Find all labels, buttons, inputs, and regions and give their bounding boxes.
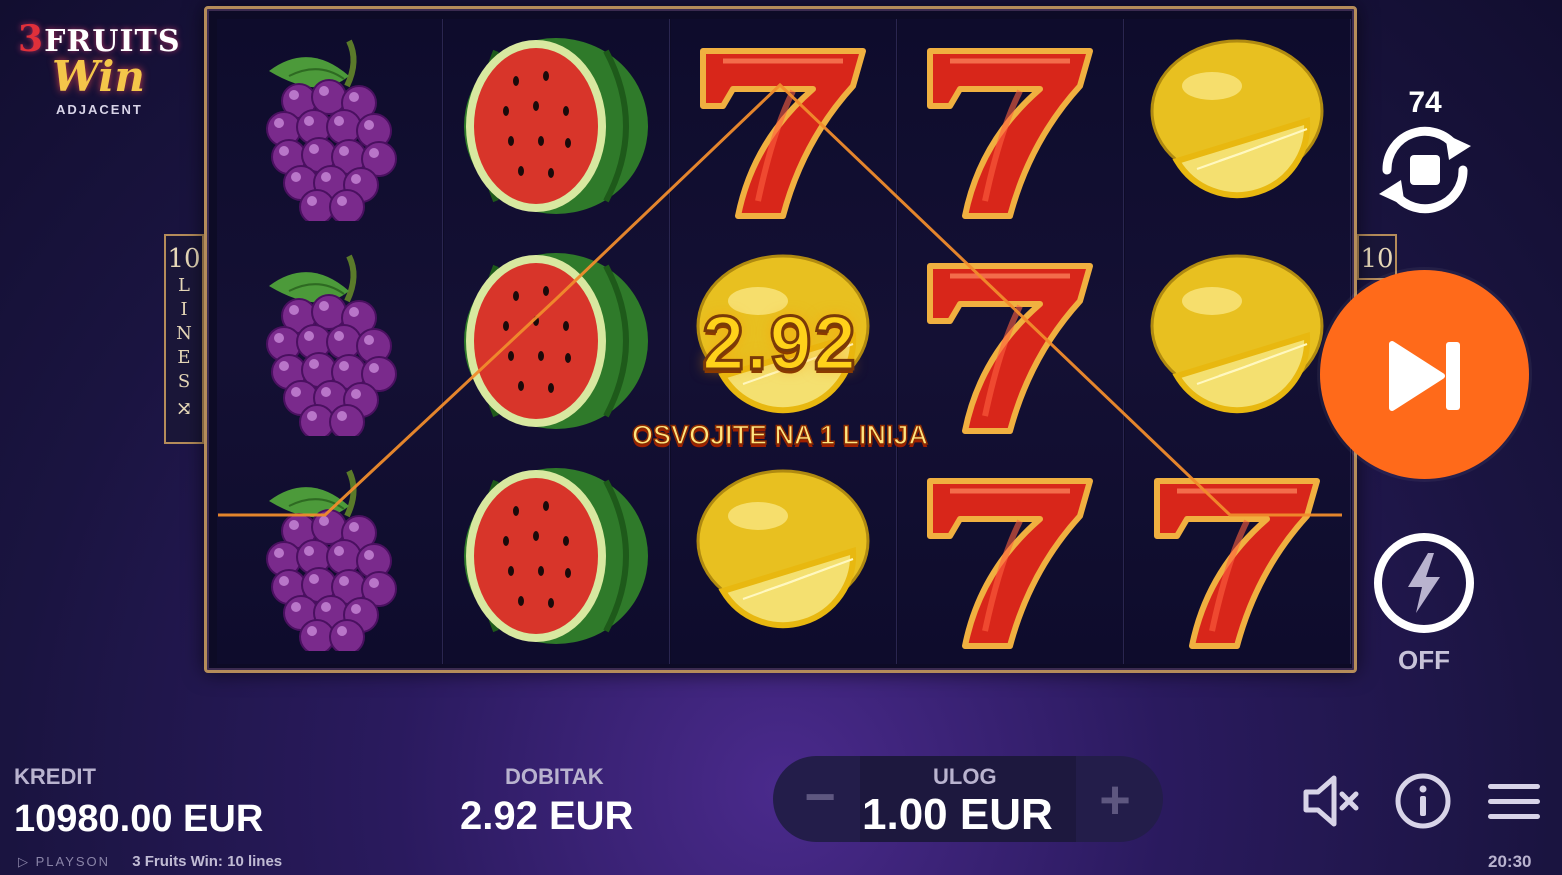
- bet-label: ULOG: [933, 764, 997, 789]
- reel-4: [898, 19, 1124, 664]
- logo-line-2: Win: [52, 52, 145, 101]
- turbo-state: OFF: [1398, 645, 1450, 675]
- lemon-icon: [1150, 254, 1324, 414]
- lemon-icon: [1150, 39, 1324, 199]
- grapes-icon: [266, 254, 397, 436]
- symbol-watermelon: [444, 234, 670, 449]
- symbol-seven: [898, 234, 1124, 449]
- lines-word-e: E: [177, 347, 191, 368]
- menu-button[interactable]: [1484, 770, 1546, 832]
- watermelon-icon: [464, 253, 648, 429]
- provider-brand: ▷ PLAYSON: [18, 854, 111, 869]
- lightning-icon: [1408, 553, 1440, 613]
- symbol-lemon: [1125, 19, 1351, 234]
- symbol-grapes: [217, 19, 443, 234]
- grapes-icon: [266, 469, 397, 651]
- grapes-icon: [266, 39, 397, 221]
- lines-word-l: L: [178, 275, 190, 296]
- seven-icon: [927, 48, 1093, 219]
- watermelon-icon: [464, 38, 648, 214]
- reel-1: [217, 19, 443, 664]
- shuffle-icon: ⤨: [175, 396, 193, 420]
- logo-subtitle: ADJACENT: [56, 102, 143, 117]
- win-message: OSVOJITE NA 1 LINIJA: [631, 419, 929, 451]
- skip-forward-icon: [1389, 341, 1460, 411]
- lines-word-i: I: [180, 299, 188, 320]
- seven-icon: [1154, 478, 1320, 649]
- bet-value: 1.00 EUR: [862, 790, 1053, 839]
- turbo-circle: [1374, 533, 1474, 633]
- info-icon: [1395, 773, 1451, 829]
- lines-count: 10: [167, 244, 201, 274]
- symbol-lemon: [1125, 234, 1351, 449]
- symbol-lemon: [671, 449, 897, 664]
- game-name: 3 Fruits Win: 10 lines: [132, 853, 283, 870]
- autoplay-stop-icon: [1379, 126, 1471, 214]
- speaker-muted-icon: [1303, 775, 1359, 827]
- spin-button[interactable]: [1320, 270, 1529, 479]
- symbol-grapes: [217, 234, 443, 449]
- symbol-seven: [898, 19, 1124, 234]
- footer-info: ▷ PLAYSON 3 Fruits Win: 10 lines: [18, 853, 282, 870]
- seven-icon: [927, 478, 1093, 649]
- hamburger-menu-icon: [1488, 784, 1540, 819]
- symbol-watermelon: [444, 449, 670, 664]
- lemon-icon: [696, 469, 870, 629]
- bet-decrease-button[interactable]: −: [790, 770, 850, 828]
- win-amount: 2.92: [701, 300, 858, 388]
- symbol-seven: [671, 19, 897, 234]
- bet-increase-button[interactable]: +: [1085, 772, 1145, 828]
- clock: 20:30: [1488, 852, 1532, 871]
- sound-button[interactable]: [1300, 770, 1362, 832]
- lines-badge-right: 10: [1357, 234, 1397, 280]
- autoplay-count: 74: [1408, 86, 1442, 119]
- credit-label: KREDIT: [14, 764, 96, 789]
- symbol-watermelon: [444, 19, 670, 234]
- seven-icon: [700, 48, 866, 219]
- symbol-seven: [898, 449, 1124, 664]
- lines-word-s: S: [177, 371, 191, 392]
- turbo-toggle[interactable]: OFF: [1372, 533, 1476, 683]
- symbol-grapes: [217, 449, 443, 664]
- info-button[interactable]: [1392, 770, 1454, 832]
- lines-word-n: N: [176, 323, 192, 344]
- win-label: DOBITAK: [505, 764, 604, 789]
- autoplay-button[interactable]: 74: [1365, 86, 1485, 226]
- reel-5: [1125, 19, 1351, 664]
- symbol-seven: [1125, 449, 1351, 664]
- lines-count-right: 10: [1360, 244, 1394, 274]
- seven-icon: [927, 263, 1093, 434]
- win-value: 2.92 EUR: [460, 794, 634, 838]
- reel-2: [444, 19, 670, 664]
- credit-value: 10980.00 EUR: [14, 798, 264, 840]
- lines-badge-left: 10 L I N E S ⤨: [164, 234, 204, 444]
- game-logo: 3FRUITS Win ADJACENT: [14, 16, 189, 126]
- watermelon-icon: [464, 468, 648, 644]
